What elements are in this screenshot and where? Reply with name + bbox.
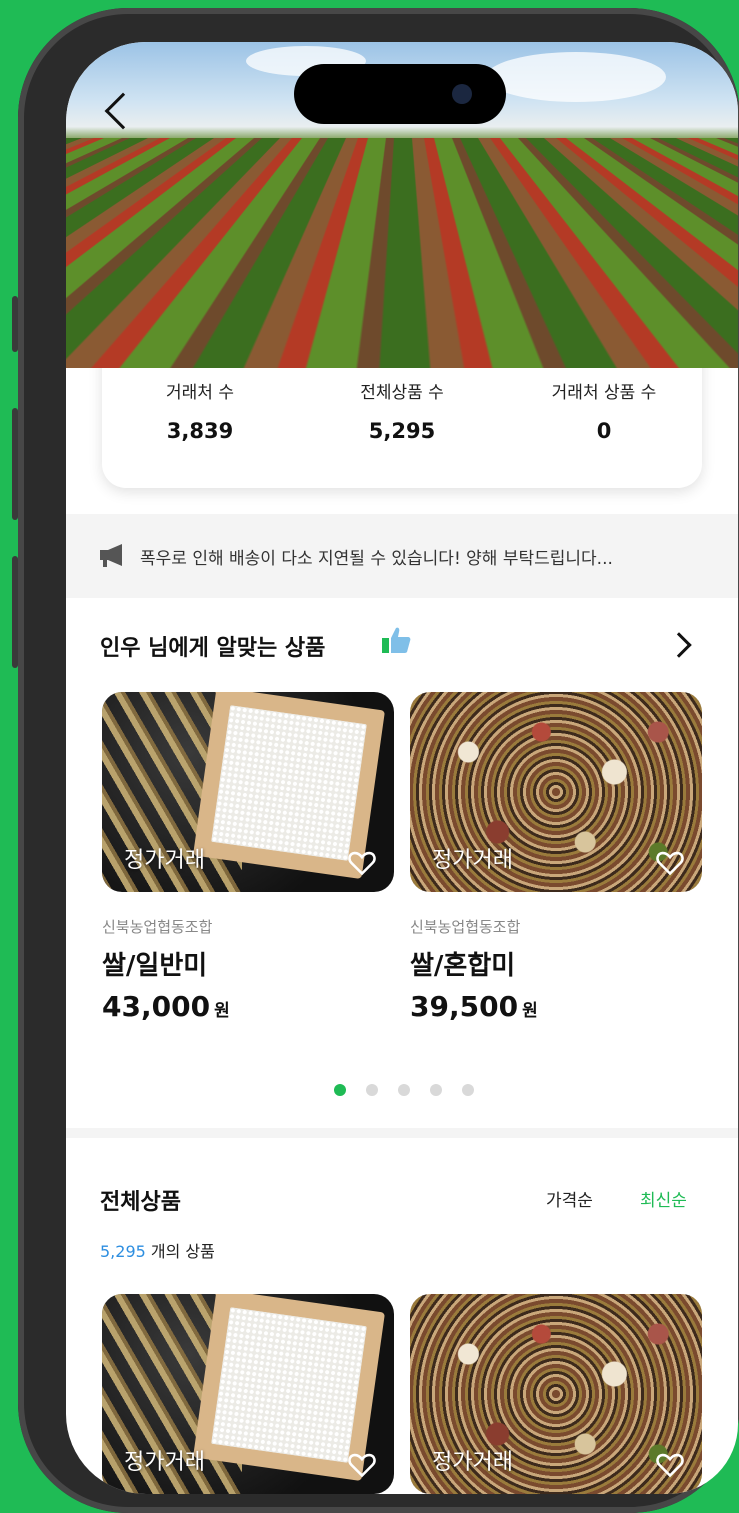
- product-seller: 신북농업협동조합: [410, 918, 521, 936]
- heart-icon[interactable]: [348, 850, 376, 876]
- app-screen: 신북농업협동조합 양곡 ★ 거래처 수 3,839 전체상품 수 5,295 거…: [66, 42, 738, 1494]
- thumbs-up-icon: [382, 627, 411, 653]
- sort-by-latest-button[interactable]: 최신순: [640, 1186, 687, 1211]
- stat-value: 3,839: [166, 419, 234, 443]
- megaphone-icon: [100, 544, 122, 567]
- price-unit: 원: [214, 1001, 230, 1021]
- pagination-dot[interactable]: [398, 1084, 410, 1096]
- product-image: 정가거래: [410, 1294, 702, 1494]
- fixed-price-tag: 정가거래: [124, 1450, 205, 1475]
- recommend-more-chevron-icon[interactable]: [666, 632, 692, 658]
- section-divider: [66, 1128, 738, 1138]
- phone-frame: 신북농업협동조합 양곡 ★ 거래처 수 3,839 전체상품 수 5,295 거…: [12, 8, 739, 1513]
- store-info-card: 신북농업협동조합 양곡 ★ 거래처 수 3,839 전체상품 수 5,295 거…: [102, 254, 702, 488]
- fixed-price-tag: 정가거래: [432, 1450, 513, 1475]
- dynamic-island: [294, 64, 506, 124]
- stat-partners: 거래처 수 3,839: [110, 378, 290, 443]
- product-card[interactable]: 정가거래: [102, 1294, 394, 1494]
- sort-by-price-button[interactable]: 가격순: [546, 1186, 593, 1211]
- product-price: 39,500 원: [410, 990, 702, 1023]
- product-image: 정가거래: [102, 692, 394, 892]
- notice-bar[interactable]: 폭우로 인해 배송이 다소 지연될 수 있습니다! 양해 부탁드립니다...: [66, 514, 738, 598]
- store-name: 신북농업협동조합: [140, 312, 298, 337]
- all-products-title: 전체상품: [100, 1190, 181, 1215]
- price-value: 39,500: [410, 990, 519, 1023]
- pagination-dot[interactable]: [430, 1084, 442, 1096]
- product-card[interactable]: 정가거래 신북농업협동조합 쌀/일반미 43,000 원: [102, 692, 394, 1023]
- favorite-star-icon[interactable]: ★: [626, 302, 651, 330]
- product-count-number: 5,295: [100, 1242, 146, 1261]
- product-image: 정가거래: [102, 1294, 394, 1494]
- store-category: 양곡: [346, 314, 374, 332]
- fixed-price-tag: 정가거래: [432, 848, 513, 873]
- price-value: 43,000: [102, 990, 211, 1023]
- volume-down-button: [12, 556, 18, 668]
- volume-up-button: [12, 408, 18, 520]
- phone-icon[interactable]: [574, 304, 600, 330]
- pagination-dot[interactable]: [366, 1084, 378, 1096]
- product-seller: 신북농업협동조합: [102, 918, 213, 936]
- stat-total-products: 전체상품 수 5,295: [312, 378, 492, 443]
- product-count-suffix: 개의 상품: [150, 1242, 215, 1261]
- stat-label: 거래처 수: [166, 383, 234, 403]
- heart-icon[interactable]: [348, 1452, 376, 1478]
- carousel-pagination: [334, 1084, 474, 1096]
- recommend-title: 인우 님에게 알맞는 상품: [100, 636, 326, 661]
- stat-partner-products: 거래처 상품 수 0: [504, 378, 704, 443]
- product-image: 정가거래: [410, 692, 702, 892]
- stat-label: 거래처 상품 수: [551, 383, 657, 403]
- notice-text: 폭우로 인해 배송이 다소 지연될 수 있습니다! 양해 부탁드립니다...: [140, 549, 613, 569]
- product-card[interactable]: 정가거래: [410, 1294, 702, 1494]
- price-unit: 원: [522, 1001, 538, 1021]
- stat-label: 전체상품 수: [360, 383, 444, 403]
- pagination-dot[interactable]: [462, 1084, 474, 1096]
- product-card[interactable]: 정가거래 신북농업협동조합 쌀/혼합미 39,500 원: [410, 692, 702, 1023]
- heart-icon[interactable]: [656, 850, 684, 876]
- mute-switch: [12, 296, 18, 352]
- product-price: 43,000 원: [102, 990, 394, 1023]
- stat-value: 0: [596, 419, 612, 443]
- fixed-price-tag: 정가거래: [124, 848, 205, 873]
- heart-icon[interactable]: [656, 1452, 684, 1478]
- product-name: 쌀/혼합미: [410, 951, 516, 981]
- product-count: 5,295 개의 상품: [100, 1238, 215, 1262]
- pagination-dot[interactable]: [334, 1084, 346, 1096]
- stat-value: 5,295: [368, 419, 436, 443]
- product-name: 쌀/일반미: [102, 951, 208, 981]
